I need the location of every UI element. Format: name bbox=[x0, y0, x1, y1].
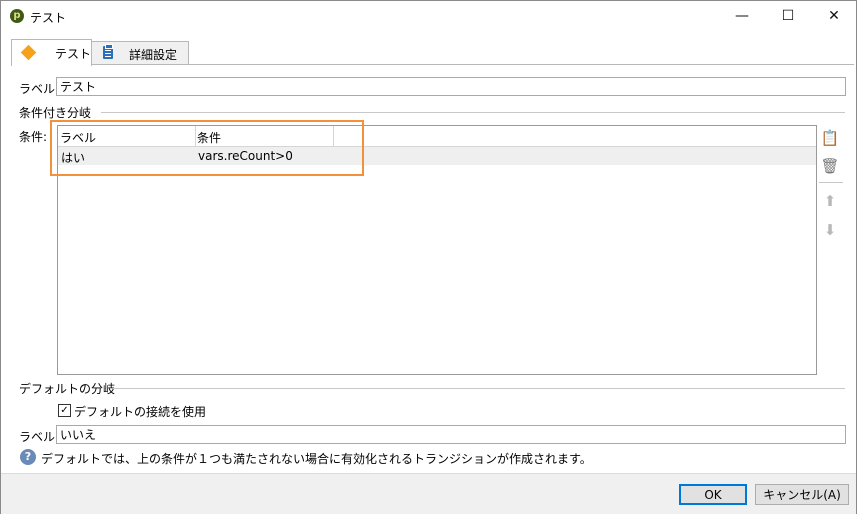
tab-strip: テスト 詳細設定 bbox=[1, 39, 856, 66]
column-header-condition[interactable]: 条件 bbox=[197, 129, 221, 146]
side-toolbar-divider bbox=[819, 182, 843, 183]
info-text: デフォルトでは、上の条件が１つも満たされない場合に有効化されるトランジションが作… bbox=[41, 452, 592, 466]
column-separator[interactable] bbox=[333, 126, 334, 146]
conditions-caption: 条件: bbox=[19, 130, 48, 144]
section-divider bbox=[101, 112, 845, 113]
clipboard-icon bbox=[103, 44, 113, 59]
ok-button[interactable]: OK bbox=[679, 484, 747, 505]
trash-icon: 🗑 bbox=[820, 157, 840, 175]
info-icon: ? bbox=[20, 449, 36, 465]
row-label-cell[interactable]: はい bbox=[61, 149, 85, 166]
default-label-caption: ラベル: bbox=[19, 430, 60, 444]
arrow-up-icon: ⬆ bbox=[823, 192, 837, 210]
tab-advanced-settings[interactable]: 詳細設定 bbox=[90, 41, 189, 65]
diamond-icon bbox=[20, 44, 37, 61]
section-divider bbox=[113, 388, 845, 389]
default-branch-section-title: デフォルトの分岐 bbox=[19, 382, 116, 396]
title-bar: p テスト — ☐ ✕ bbox=[1, 1, 856, 32]
app-icon: p bbox=[10, 9, 24, 23]
table-row[interactable]: はい vars.reCount>0 bbox=[58, 147, 816, 165]
minimize-button[interactable]: — bbox=[719, 1, 765, 32]
column-header-label[interactable]: ラベル bbox=[60, 129, 96, 146]
row-condition-cell[interactable]: vars.reCount>0 bbox=[198, 149, 293, 163]
column-separator[interactable] bbox=[195, 126, 196, 146]
maximize-button[interactable]: ☐ bbox=[765, 1, 811, 32]
dialog-window: p テスト — ☐ ✕ テスト 詳細設定 ラベル: テスト 条件付き分岐 条件:… bbox=[0, 0, 857, 514]
conditions-grid[interactable]: ラベル 条件 はい vars.reCount>0 bbox=[57, 125, 817, 375]
add-condition-button[interactable]: 📋 bbox=[819, 127, 841, 149]
use-default-checkbox-label[interactable]: デフォルトの接続を使用 bbox=[74, 403, 206, 420]
default-label-input[interactable]: いいえ bbox=[56, 425, 846, 444]
label-input[interactable]: テスト bbox=[56, 77, 846, 96]
add-icon: 📋 bbox=[820, 129, 840, 147]
delete-condition-button[interactable]: 🗑 bbox=[819, 155, 841, 177]
use-default-checkbox[interactable]: ✓ bbox=[58, 404, 71, 417]
conditional-branch-section-title: 条件付き分岐 bbox=[19, 106, 92, 120]
tab-test[interactable]: テスト bbox=[11, 39, 92, 66]
tab-test-label: テスト bbox=[55, 47, 92, 61]
window-title: テスト bbox=[30, 11, 67, 25]
close-button[interactable]: ✕ bbox=[811, 1, 857, 32]
button-bar: OK キャンセル(A) bbox=[1, 473, 856, 514]
tab-advanced-settings-label: 詳細設定 bbox=[129, 48, 178, 62]
label-caption: ラベル: bbox=[19, 82, 60, 96]
move-up-button[interactable]: ⬆ bbox=[819, 190, 841, 212]
cancel-button[interactable]: キャンセル(A) bbox=[755, 484, 849, 505]
move-down-button[interactable]: ⬇ bbox=[819, 219, 841, 241]
grid-header: ラベル 条件 bbox=[58, 126, 816, 147]
arrow-down-icon: ⬇ bbox=[823, 221, 837, 239]
